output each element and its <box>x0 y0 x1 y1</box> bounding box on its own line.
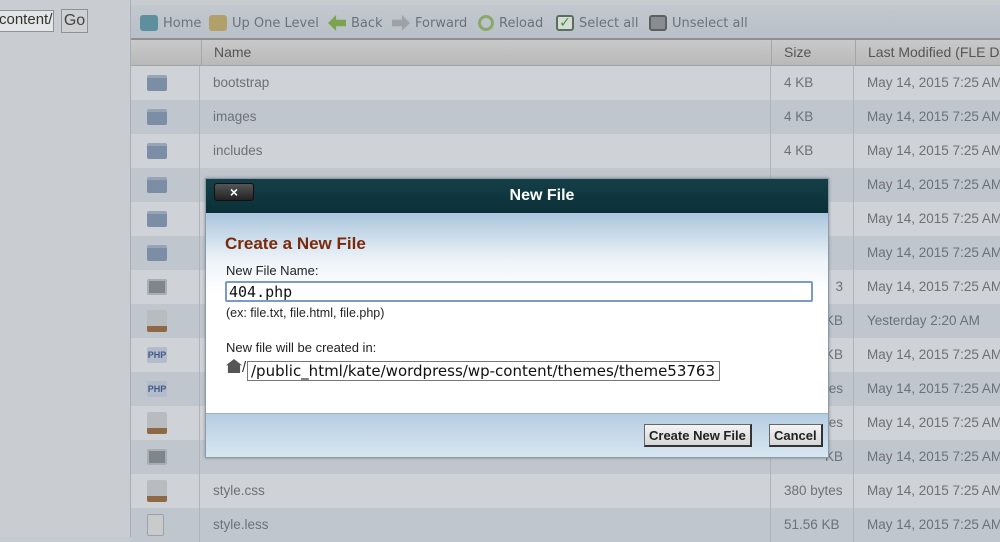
icon-cell <box>131 406 200 440</box>
file-name-hint: (ex: file.txt, file.html, file.php) <box>226 306 385 320</box>
folder-icon <box>147 143 167 159</box>
up-folder-icon <box>209 15 227 31</box>
forward-arrow-icon <box>392 15 410 31</box>
home-icon <box>226 359 242 373</box>
file-modified: May 14, 2015 7:25 AM <box>867 75 1000 90</box>
file-modified: May 14, 2015 7:25 AM <box>867 143 1000 158</box>
checkbox-checked-icon: ✓ <box>556 15 574 31</box>
icon-cell: PHP <box>131 338 200 372</box>
dialog-title: New File <box>509 187 575 204</box>
folder-icon <box>147 109 167 125</box>
close-button[interactable]: × <box>214 183 254 201</box>
file-size: 4 KB <box>771 134 854 168</box>
folder-icon <box>147 177 167 193</box>
header-name[interactable]: Name <box>201 40 771 67</box>
icon-cell <box>131 440 200 474</box>
home-icon <box>140 15 158 31</box>
reload-button[interactable]: Reload <box>478 15 543 31</box>
icon-cell <box>131 270 200 304</box>
icon-cell: PHP <box>131 372 200 406</box>
icon-cell <box>131 304 200 338</box>
file-name-label: New File Name: <box>226 263 319 278</box>
dialog-title-bar: New File × <box>206 179 828 213</box>
directory-label: New file will be created in: <box>226 340 377 355</box>
image-icon <box>147 279 167 295</box>
table-row[interactable]: includes 4 KB May 14, 2015 7:25 AM <box>131 134 1000 168</box>
css-icon <box>147 480 167 502</box>
file-modified: May 14, 2015 7:25 AM <box>867 483 1000 498</box>
file-name-input[interactable]: 404.php <box>225 281 813 302</box>
icon-cell <box>131 66 200 100</box>
file-modified: May 14, 2015 7:25 AM <box>867 177 1000 192</box>
forward-button[interactable]: Forward <box>392 15 467 31</box>
dialog-heading: Create a New File <box>225 234 366 253</box>
icon-cell <box>131 236 200 270</box>
file-name[interactable]: images <box>201 100 771 134</box>
file-size: 4 KB <box>771 100 854 134</box>
reload-label: Reload <box>499 15 544 31</box>
dialog-body: Create a New File New File Name: 404.php… <box>206 213 828 415</box>
path-input[interactable]: content/ <box>0 10 54 32</box>
file-size: 4 KB <box>771 66 854 100</box>
folder-icon <box>147 211 167 227</box>
cancel-button[interactable]: Cancel <box>769 424 823 447</box>
file-modified: Yesterday 2:20 AM <box>867 313 980 328</box>
file-modified: May 14, 2015 7:25 AM <box>867 245 1000 260</box>
table-row[interactable]: bootstrap 4 KB May 14, 2015 7:25 AM <box>131 66 1000 100</box>
back-arrow-icon <box>328 15 346 31</box>
back-label: Back <box>351 15 383 31</box>
file-modified: May 14, 2015 7:25 AM <box>867 415 1000 430</box>
php-icon: PHP <box>147 381 167 397</box>
back-button[interactable]: Back <box>328 15 383 31</box>
icon-cell <box>131 474 200 508</box>
file-modified: May 14, 2015 7:25 AM <box>867 381 1000 396</box>
image-icon <box>147 449 167 465</box>
toolbar: Home Up One Level Back Forward Reload ✓ S… <box>131 0 1000 38</box>
file-name[interactable]: style.css <box>201 474 771 508</box>
icon-cell <box>131 134 200 168</box>
close-icon: × <box>229 184 239 200</box>
dialog-footer: Create New File Cancel <box>206 413 828 457</box>
header-last-modified[interactable]: Last Modified (FLE Da <box>855 40 1000 67</box>
file-size: 380 bytes <box>771 474 854 508</box>
table-header: Name Size Last Modified (FLE Da <box>131 38 1000 67</box>
go-button[interactable]: Go <box>61 9 88 33</box>
file-modified: May 14, 2015 7:25 AM <box>867 211 1000 226</box>
file-name[interactable]: bootstrap <box>201 66 771 100</box>
left-panel: content/ Go <box>0 0 131 537</box>
icon-cell <box>131 168 200 202</box>
folder-icon <box>147 75 167 91</box>
forward-label: Forward <box>415 15 468 31</box>
create-new-file-button[interactable]: Create New File <box>644 424 752 447</box>
icon-cell <box>131 202 200 236</box>
unselect-all-label: Unselect all <box>672 15 748 31</box>
directory-prefix: / <box>242 359 247 376</box>
select-all-button[interactable]: ✓ Select all <box>556 15 638 31</box>
header-size[interactable]: Size <box>771 40 855 67</box>
up-one-level-button[interactable]: Up One Level <box>209 15 319 31</box>
php-icon: PHP <box>147 347 167 363</box>
unselect-all-button[interactable]: Unselect all <box>649 15 748 31</box>
icon-cell <box>131 100 200 134</box>
table-row[interactable]: images 4 KB May 14, 2015 7:25 AM <box>131 100 1000 134</box>
css-icon <box>147 412 167 434</box>
select-all-label: Select all <box>579 15 639 31</box>
folder-icon <box>147 245 167 261</box>
checkbox-empty-icon <box>649 15 667 31</box>
file-modified: May 14, 2015 7:25 AM <box>867 109 1000 124</box>
file-name[interactable]: includes <box>201 134 771 168</box>
file-modified: May 14, 2015 7:25 AM <box>867 449 1000 464</box>
document-icon <box>147 514 164 536</box>
home-button[interactable]: Home <box>140 15 201 31</box>
table-row[interactable]: style.css 380 bytes May 14, 2015 7:25 AM <box>131 474 1000 508</box>
file-modified: May 14, 2015 7:25 AM <box>867 347 1000 362</box>
file-modified: May 14, 2015 7:25 AM <box>867 279 1000 294</box>
css-icon <box>147 310 167 332</box>
new-file-dialog: New File × Create a New File New File Na… <box>205 178 829 458</box>
directory-input[interactable]: /public_html/kate/wordpress/wp-content/t… <box>247 361 720 381</box>
header-icon-column <box>131 40 201 67</box>
reload-icon <box>478 15 494 31</box>
home-label: Home <box>163 15 202 31</box>
up-label: Up One Level <box>232 15 319 31</box>
